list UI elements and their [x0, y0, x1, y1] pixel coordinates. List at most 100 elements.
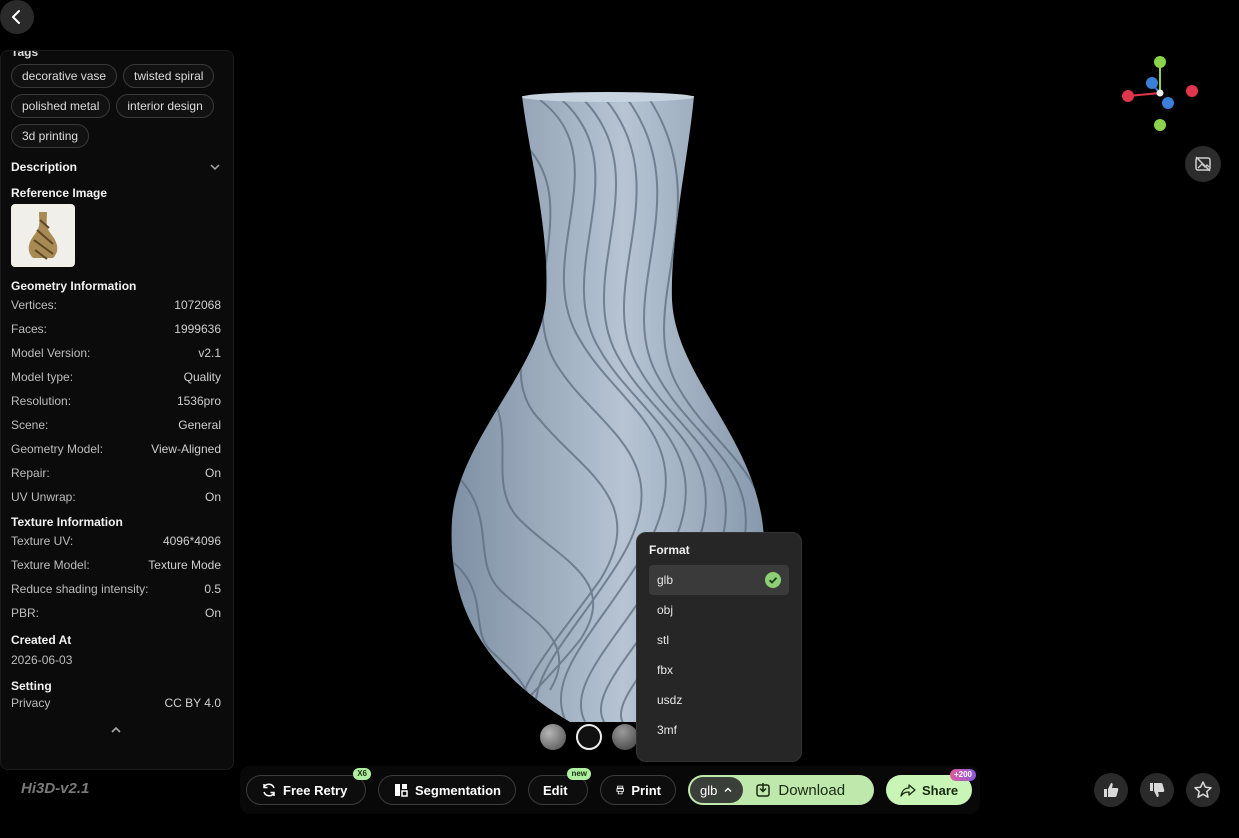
format-select[interactable]: glb	[690, 777, 744, 803]
check-icon	[765, 572, 781, 588]
download-label: Download	[778, 781, 846, 799]
segmentation-button[interactable]: Segmentation	[378, 775, 516, 805]
tag-chip[interactable]: decorative vase	[11, 64, 118, 88]
format-option-label: usdz	[657, 693, 683, 707]
info-value: View-Aligned	[151, 442, 221, 456]
info-row: Scene: General	[11, 413, 221, 437]
tag-chip[interactable]: polished metal	[11, 94, 111, 118]
edit-button[interactable]: Edit new	[528, 768, 591, 805]
info-key: PBR:	[11, 606, 40, 620]
texture-info-title: Texture Information	[11, 515, 123, 529]
info-value: 1536pro	[176, 394, 221, 408]
info-key: UV Unwrap:	[11, 490, 76, 504]
created-at-title: Created At	[11, 633, 72, 647]
brand-label: Hi3D-v2.1	[21, 780, 90, 797]
material-wireframe-button[interactable]	[612, 724, 638, 750]
format-option-stl[interactable]: stl	[649, 625, 789, 655]
chevron-up-icon	[724, 787, 732, 792]
dislike-button[interactable]	[1140, 773, 1174, 807]
format-option-3mf[interactable]: 3mf	[649, 715, 789, 745]
format-option-label: fbx	[657, 663, 674, 677]
info-row: UV Unwrap: On	[11, 485, 221, 509]
format-option-obj[interactable]: obj	[649, 595, 789, 625]
free-retry-label: Free Retry	[283, 782, 348, 798]
chevron-up-icon	[111, 726, 121, 733]
info-row: Faces: 1999636	[11, 317, 221, 341]
back-chevron-icon	[12, 10, 20, 24]
material-textured-button[interactable]	[540, 724, 566, 750]
format-option-label: 3mf	[657, 723, 678, 737]
info-value: On	[204, 606, 221, 620]
info-key: Texture UV:	[11, 534, 74, 548]
info-value: On	[204, 466, 221, 480]
info-key: Resolution:	[11, 394, 72, 408]
segmentation-icon	[395, 784, 408, 797]
format-option-glb[interactable]: glb	[649, 565, 789, 595]
collapse-panel-button[interactable]	[11, 723, 221, 737]
favorite-button[interactable]	[1186, 773, 1220, 807]
format-dropdown-menu: Format glb obj stl fbx usdz 3mf	[636, 532, 802, 762]
format-option-label: stl	[657, 633, 669, 647]
info-row: Model type: Quality	[11, 365, 221, 389]
info-key: Vertices:	[11, 298, 58, 312]
share-icon	[900, 784, 916, 797]
star-icon	[1194, 781, 1212, 798]
axis-gizmo[interactable]	[1118, 52, 1202, 141]
bottom-toolbar: Free Retry X6 Segmentation Edit new Prin…	[240, 766, 980, 814]
info-row: Geometry Model: View-Aligned	[11, 437, 221, 461]
model-info-panel: Tags decorative vase twisted spiral poli…	[0, 50, 234, 770]
info-value: Quality	[183, 370, 221, 384]
info-key: Reduce shading intensity:	[11, 582, 149, 596]
geometry-info-title: Geometry Information	[11, 279, 137, 293]
geometry-info-list: Vertices: 1072068 Faces: 1999636 Model Ver…	[11, 293, 221, 509]
share-reward-badge: +200	[949, 769, 976, 781]
info-value: General	[178, 418, 221, 432]
format-option-usdz[interactable]: usdz	[649, 685, 789, 715]
info-value: 0.5	[204, 582, 221, 596]
privacy-key: Privacy	[11, 696, 51, 710]
new-badge: new	[567, 768, 591, 780]
download-icon	[756, 783, 771, 797]
info-value: 1072068	[174, 298, 221, 312]
info-row: Texture UV: 4096*4096	[11, 529, 221, 553]
edit-label: Edit	[543, 782, 568, 798]
info-value: On	[204, 490, 221, 504]
chevron-down-icon	[210, 164, 220, 171]
retry-count-badge: X6	[353, 768, 371, 780]
print-label: Print	[631, 782, 661, 798]
tags-list: decorative vase twisted spiral polished …	[11, 64, 223, 148]
refresh-icon	[263, 783, 275, 797]
texture-info-list: Texture UV: 4096*4096 Texture Model: Textu…	[11, 529, 221, 625]
privacy-row: Privacy CC BY 4.0	[11, 693, 221, 713]
info-value: Texture Mode	[148, 558, 221, 572]
thumbs-up-icon	[1104, 783, 1119, 797]
tag-chip[interactable]: twisted spiral	[123, 64, 215, 88]
free-retry-button[interactable]: Free Retry X6	[246, 768, 371, 805]
created-at-value: 2026-06-03	[11, 653, 73, 667]
reference-image-title: Reference Image	[11, 186, 108, 200]
tag-chip[interactable]: 3d printing	[11, 124, 90, 148]
back-button[interactable]	[0, 0, 34, 34]
info-row: Texture Model: Texture Mode	[11, 553, 221, 577]
info-key: Repair:	[11, 466, 50, 480]
like-button[interactable]	[1094, 773, 1128, 807]
info-key: Model type:	[11, 370, 74, 384]
info-row: PBR: On	[11, 601, 221, 625]
download-button[interactable]: Download	[755, 782, 845, 799]
info-key: Scene:	[11, 418, 49, 432]
hide-image-button[interactable]	[1185, 146, 1221, 182]
printer-icon	[616, 785, 624, 795]
thumbs-down-icon	[1150, 783, 1165, 797]
reference-image-thumbnail[interactable]	[11, 204, 75, 267]
description-label: Description	[11, 160, 78, 174]
print-button[interactable]: Print	[600, 775, 676, 805]
info-key: Geometry Model:	[11, 442, 104, 456]
share-button[interactable]: Share +200	[886, 769, 976, 805]
format-option-label: obj	[657, 603, 674, 617]
format-option-label: glb	[657, 573, 674, 587]
format-option-fbx[interactable]: fbx	[649, 655, 789, 685]
tag-chip[interactable]: interior design	[116, 94, 214, 118]
info-key: Faces:	[11, 322, 48, 336]
description-toggle[interactable]: Description	[11, 160, 221, 174]
material-clay-button[interactable]	[576, 724, 602, 750]
